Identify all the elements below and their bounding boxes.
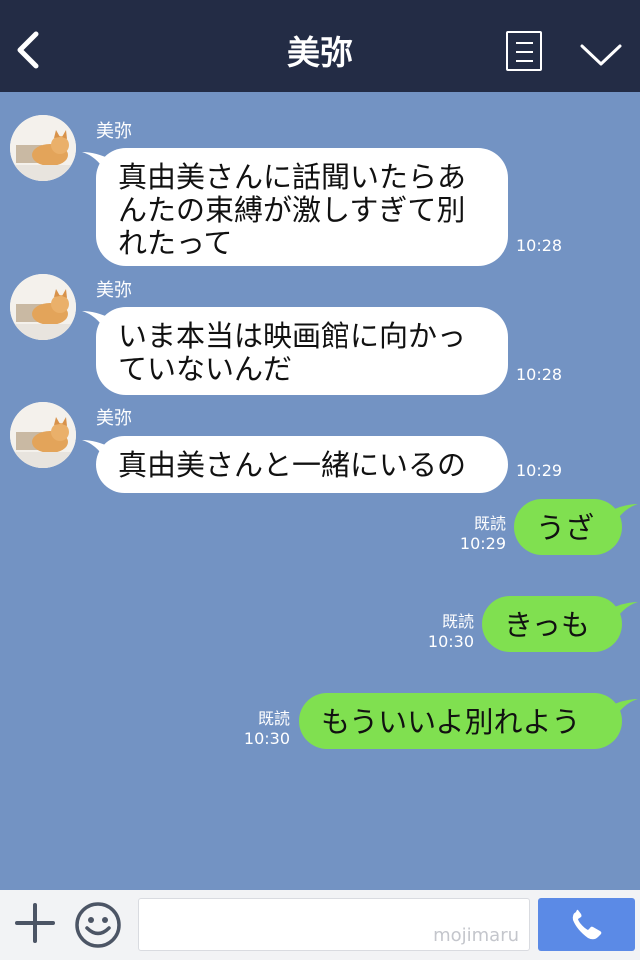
read-receipt: 既読 10:29 (459, 514, 506, 553)
sender-name: 美弥 (96, 280, 132, 301)
message-bubble-outgoing[interactable]: きっも (482, 596, 622, 652)
sender-name: 美弥 (96, 121, 132, 142)
call-button[interactable] (538, 898, 635, 951)
message-time: 10:29 (516, 461, 563, 480)
chat-header: 美弥 (0, 0, 640, 92)
cat-avatar-icon (10, 115, 76, 181)
message-bubble-incoming[interactable]: いま本当は映画館に向かっ ていないんだ (96, 307, 508, 395)
bubble-tail (608, 504, 638, 524)
message-time: 10:28 (516, 365, 563, 384)
bubble-tail (608, 602, 638, 622)
phone-icon (572, 909, 602, 940)
expand-button[interactable] (578, 40, 624, 70)
cat-avatar-icon (10, 402, 76, 468)
emoji-icon (75, 902, 121, 948)
message-bubble-incoming[interactable]: 真由美さんと一緒にいるの (96, 436, 508, 493)
emoji-button[interactable] (74, 901, 122, 949)
chat-area[interactable]: 美弥 真由美さんに話聞いたらあ んたの束縛が激しすぎて別 れたって 10:28 … (0, 92, 640, 890)
menu-button[interactable] (506, 31, 542, 71)
page-title: 美弥 (287, 33, 353, 72)
chevron-down-icon (580, 44, 622, 66)
avatar[interactable] (10, 115, 76, 181)
avatar[interactable] (10, 274, 76, 340)
message-time: 10:28 (516, 236, 563, 255)
sender-name: 美弥 (96, 408, 132, 429)
message-bubble-outgoing[interactable]: うざ (514, 499, 622, 555)
message-input[interactable]: mojimaru (138, 898, 530, 951)
read-receipt: 既読 10:30 (243, 709, 290, 748)
add-button[interactable] (14, 902, 56, 944)
message-bubble-incoming[interactable]: 真由美さんに話聞いたらあ んたの束縛が激しすぎて別 れたって (96, 148, 508, 266)
message-bubble-outgoing[interactable]: もういいよ別れよう (299, 693, 622, 749)
cat-avatar-icon (10, 274, 76, 340)
menu-lines-icon (516, 42, 533, 44)
watermark: mojimaru (433, 925, 519, 946)
read-receipt: 既読 10:30 (427, 612, 474, 651)
bubble-tail (608, 699, 638, 719)
plus-icon (15, 903, 55, 943)
avatar[interactable] (10, 402, 76, 468)
